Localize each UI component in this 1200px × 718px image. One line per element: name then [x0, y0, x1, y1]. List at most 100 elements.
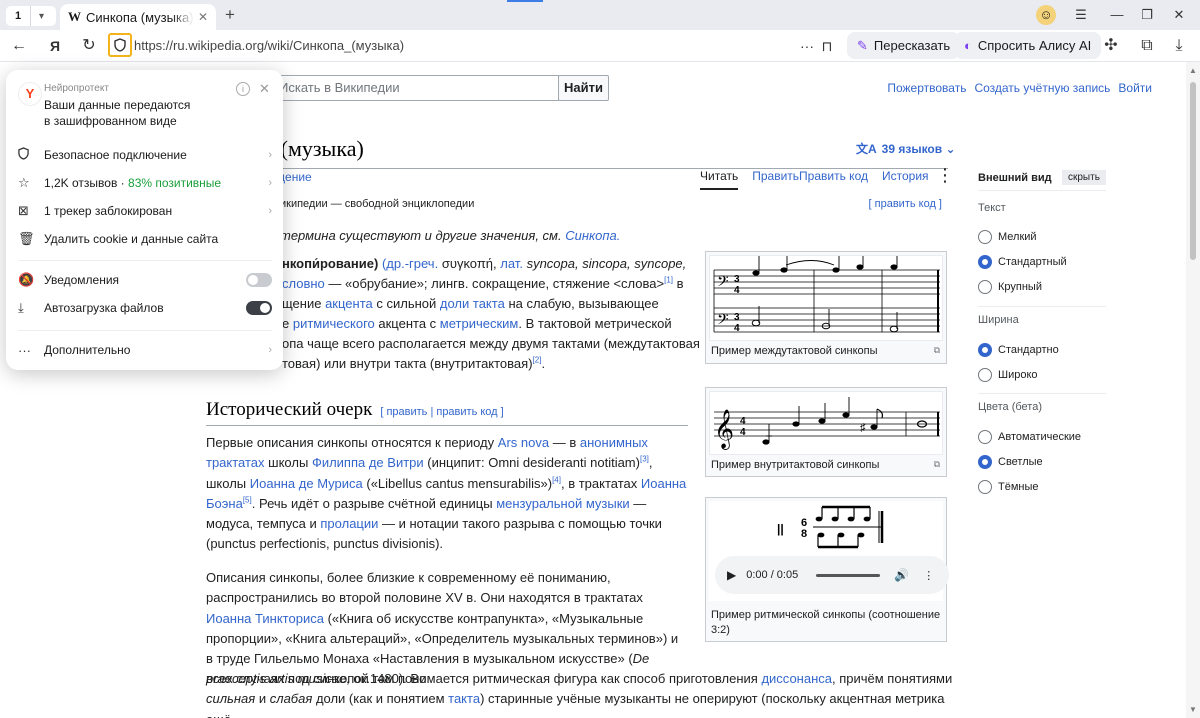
menu-icon[interactable]: ☰ — [1070, 5, 1092, 25]
chevron-down-icon[interactable]: ▾ — [30, 6, 52, 26]
enlarge-icon[interactable]: ⧉ — [934, 459, 940, 470]
create-account-link[interactable]: Создать учётную запись — [974, 81, 1110, 95]
more-tools-icon[interactable]: ⋮ — [936, 166, 954, 184]
hide-button[interactable]: скрыть — [1062, 170, 1106, 185]
tab-edit-source[interactable]: Править код — [799, 169, 868, 190]
score-image-3[interactable]: || 68 ▶ 0:00 / 0:05 🔊 ⋮ — [709, 501, 949, 601]
close-tab-icon[interactable]: ✕ — [194, 10, 208, 24]
p-text: распространились во второй половине XV в… — [206, 590, 643, 606]
width-wide[interactable]: Широко — [978, 368, 1038, 382]
info-icon[interactable]: i — [236, 82, 250, 96]
intro-line-2: словно — «обрубание»; лингв. сокращение,… — [282, 274, 684, 294]
hatnote-link[interactable]: Синкопа. — [565, 228, 620, 243]
color-light[interactable]: Светлые — [978, 455, 1043, 469]
score-image-1[interactable]: 𝄢 𝄢 34 34 — [709, 255, 943, 341]
retell-button[interactable]: ✎ Пересказать — [847, 32, 961, 59]
link-tinctoris[interactable]: Иоанна — [206, 611, 251, 626]
minimize-icon[interactable]: — — [1106, 5, 1128, 25]
ask-alice-button[interactable]: ◐ Спросить Алису AI — [954, 32, 1102, 59]
wikipedia-favicon-icon: W — [68, 9, 81, 24]
link-mensural[interactable]: мензуральной музыки — [496, 496, 629, 511]
link-measure[interactable]: такта — [448, 691, 480, 706]
restore-icon[interactable]: ❐ — [1136, 5, 1158, 25]
link-beat[interactable]: доли такта — [440, 296, 505, 311]
reviews-row[interactable]: ☆ 1,2K отзывов · 83% позитивные › — [18, 171, 272, 195]
link-accent[interactable]: акцента — [325, 296, 373, 311]
tab-counter-button[interactable]: 1 ▾ — [6, 6, 56, 26]
notifications-row[interactable]: 🔕 Уведомления — [18, 268, 272, 292]
p-text: доли (как и понятием — [315, 691, 445, 707]
p-text: Первые описания синкопы относятся к пери… — [206, 435, 495, 450]
p-text: школы — [268, 455, 309, 471]
p-italic: сильная — [206, 691, 256, 707]
width-standard[interactable]: Стандартно — [978, 343, 1059, 357]
address-bar[interactable]: https://ru.wikipedia.org/wiki/Синкопа_(м… — [134, 36, 434, 56]
tab-edit[interactable]: Править — [752, 169, 799, 190]
scroll-up-icon[interactable]: ▲ — [1189, 66, 1197, 75]
link-word[interactable]: словно — [282, 276, 325, 291]
close-window-icon[interactable]: ✕ — [1168, 5, 1190, 25]
text-size-standard[interactable]: Стандартный — [978, 255, 1067, 269]
login-link[interactable]: Войти — [1118, 81, 1152, 95]
ref-5[interactable]: [5] — [243, 496, 252, 505]
wiki-search-input[interactable]: Искать в Википедии — [270, 75, 560, 101]
extensions-icon[interactable]: ✣ — [1100, 36, 1122, 56]
page-scrollbar[interactable]: ▲ ▼ — [1186, 62, 1200, 718]
profile-avatar[interactable]: ☺ — [1036, 5, 1056, 25]
text-size-large[interactable]: Крупный — [978, 280, 1042, 294]
play-icon[interactable]: ▶ — [727, 568, 736, 582]
link-vitry[interactable]: Филиппа де Витри — [312, 455, 424, 470]
more-row[interactable]: ··· Дополнительно › — [18, 338, 272, 362]
autodownload-toggle[interactable] — [246, 301, 272, 315]
section-edit-links[interactable]: [ править | править код ] — [380, 406, 503, 418]
link-dissonance[interactable]: диссонанса — [761, 671, 832, 686]
volume-icon[interactable]: 🔊 — [894, 568, 909, 582]
protect-shield-icon[interactable] — [108, 33, 132, 57]
more-dots-icon: ··· — [18, 342, 31, 358]
secure-connection-row[interactable]: Безопасное подключение › — [18, 143, 272, 167]
collections-icon[interactable]: ⧉ — [1136, 36, 1158, 56]
score-image-2[interactable]: 𝄞 44 ♯ — [709, 391, 943, 455]
notifications-toggle[interactable] — [246, 273, 272, 287]
trackers-row[interactable]: ⊠ 1 трекер заблокирован › — [18, 199, 272, 223]
link-greek[interactable]: (др.-греч. — [382, 256, 438, 271]
p-text: , причём понятиями — [832, 671, 953, 686]
link-prolation[interactable]: пролации — [320, 516, 378, 531]
find-button[interactable]: Найти — [558, 75, 609, 101]
link-anonymous[interactable]: анонимных — [580, 435, 648, 450]
text-size-small[interactable]: Мелкий — [978, 230, 1037, 244]
new-tab-button[interactable]: + — [220, 6, 240, 26]
link-ars-nova[interactable]: Ars nova — [498, 435, 549, 450]
bookmark-icon[interactable]: ⊓ — [816, 36, 838, 56]
ref-3[interactable]: [3] — [640, 455, 649, 464]
back-arrow-icon[interactable]: ← — [8, 36, 30, 56]
ref-1[interactable]: [1] — [664, 276, 673, 285]
scroll-down-icon[interactable]: ▼ — [1189, 705, 1197, 714]
link-tinctoris-2[interactable]: Тинкториса — [255, 611, 324, 626]
reload-icon[interactable]: ↻ — [78, 36, 100, 56]
tab-read[interactable]: Читать — [700, 169, 739, 190]
color-auto[interactable]: Автоматические — [978, 430, 1081, 444]
enlarge-icon[interactable]: ⧉ — [934, 345, 940, 356]
scrollbar-thumb[interactable] — [1190, 82, 1196, 260]
ref-4[interactable]: [4] — [552, 475, 561, 484]
yandex-home-icon[interactable]: Я — [44, 36, 66, 56]
link-rhythmic[interactable]: ритмического — [293, 316, 375, 331]
autodownload-row[interactable]: ⤓ Автозагрузка файлов — [18, 296, 272, 320]
link-metric[interactable]: метрическим — [440, 316, 519, 331]
audio-menu-icon[interactable]: ⋮ — [923, 569, 934, 582]
color-dark[interactable]: Тёмные — [978, 480, 1039, 494]
close-icon[interactable]: ✕ — [259, 81, 270, 97]
link-latin[interactable]: лат. — [500, 256, 523, 271]
more-dots-icon[interactable]: ··· — [796, 36, 818, 56]
link-treatises[interactable]: трактатах — [206, 455, 265, 470]
tab-history[interactable]: История — [882, 169, 929, 190]
link-muris[interactable]: Иоанна де Муриса — [250, 476, 363, 491]
languages-button[interactable]: 文A 39 языков ⌄ — [856, 140, 956, 157]
delete-cookies-row[interactable]: 🗑 Удалить cookie и данные сайта — [18, 227, 272, 251]
browser-tab[interactable]: W Синкопа (музыка) — Википедия ✕ — [60, 4, 216, 30]
audio-progress[interactable] — [816, 573, 881, 577]
download-icon[interactable]: ⤓ — [1168, 36, 1190, 56]
donate-link[interactable]: Пожертвовать — [887, 81, 966, 95]
edit-source-link[interactable]: [ править код ] — [869, 198, 942, 210]
